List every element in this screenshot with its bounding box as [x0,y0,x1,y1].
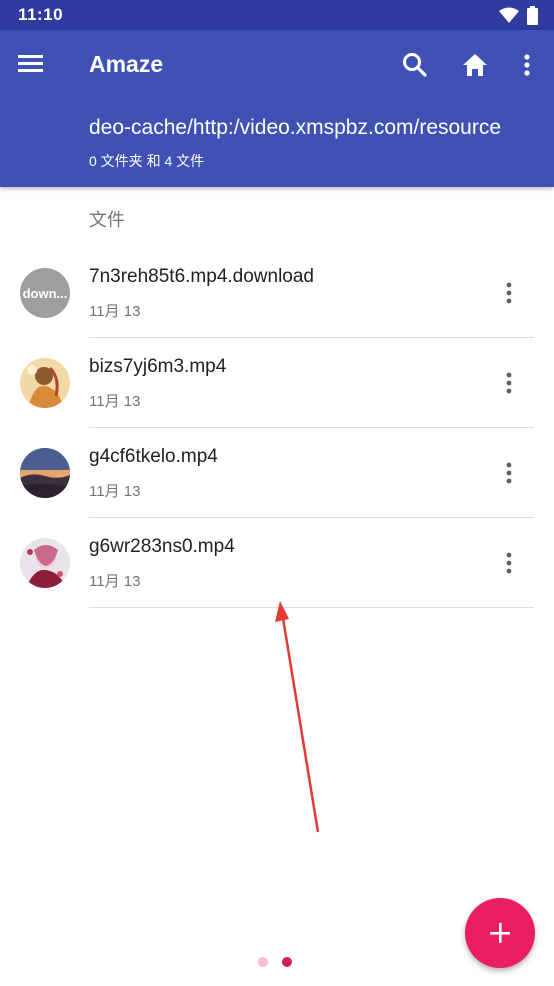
overflow-menu-button[interactable] [510,48,544,82]
more-vert-icon [506,282,512,304]
file-name: 7n3reh85t6.mp4.download [89,266,315,287]
menu-button[interactable] [18,50,52,80]
file-more-button[interactable] [494,276,524,310]
more-vert-icon [524,54,530,76]
video-anime-thumbnail [20,538,70,588]
search-icon [403,53,427,77]
file-thumbnail: down... [20,268,70,318]
home-icon [463,54,487,76]
more-vert-icon [506,552,512,574]
file-more-button[interactable] [494,456,524,490]
video-portrait-thumbnail [20,358,70,408]
file-date: 11月 13 [89,483,141,500]
file-date: 11月 13 [89,393,141,410]
section-header-files: 文件 [89,210,125,230]
file-row[interactable]: bizs7yj6m3.mp4 11月 13 [0,338,554,428]
file-date: 11月 13 [89,303,141,320]
file-more-button[interactable] [494,546,524,580]
more-vert-icon [506,372,512,394]
status-time: 11:10 [18,5,64,24]
file-row[interactable]: g4cf6tkelo.mp4 11月 13 [0,428,554,518]
folder-summary: 0 文件夹 和 4 文件 [89,153,205,169]
file-name: g4cf6tkelo.mp4 [89,446,218,467]
video-thumbnail [20,538,70,588]
file-row[interactable]: g6wr283ns0.mp4 11月 13 [0,518,554,608]
path-text: deo-cache/http:/video.xmspbz.com/resourc… [89,116,502,139]
search-button[interactable] [398,48,432,82]
app-title: Amaze [89,51,164,77]
generic-file-icon: down... [20,268,70,318]
home-button[interactable] [458,48,492,82]
file-name: g6wr283ns0.mp4 [89,536,235,557]
hamburger-icon [18,55,43,72]
more-vert-icon [506,462,512,484]
app-bar: Amaze deo-cache/http:/video.xmspbz.com/r… [0,30,554,187]
file-more-button[interactable] [494,366,524,400]
page-dot-inactive[interactable] [258,957,268,967]
file-row[interactable]: down... 7n3reh85t6.mp4.download 11月 13 [0,248,554,338]
add-fab-button[interactable] [465,898,535,968]
row-divider [89,607,534,608]
file-name: bizs7yj6m3.mp4 [89,356,227,377]
wifi-icon [499,7,519,23]
file-date: 11月 13 [89,573,141,590]
status-bar: 11:10 [0,0,554,30]
status-icons [499,5,538,25]
page-dot-active[interactable] [282,957,292,967]
video-sunset-thumbnail [20,448,70,498]
page-indicator [258,957,292,967]
video-thumbnail [20,358,70,408]
video-thumbnail [20,448,70,498]
battery-icon [527,5,538,25]
path-breadcrumb[interactable]: deo-cache/http:/video.xmspbz.com/resourc… [89,116,536,144]
plus-icon [490,923,510,943]
